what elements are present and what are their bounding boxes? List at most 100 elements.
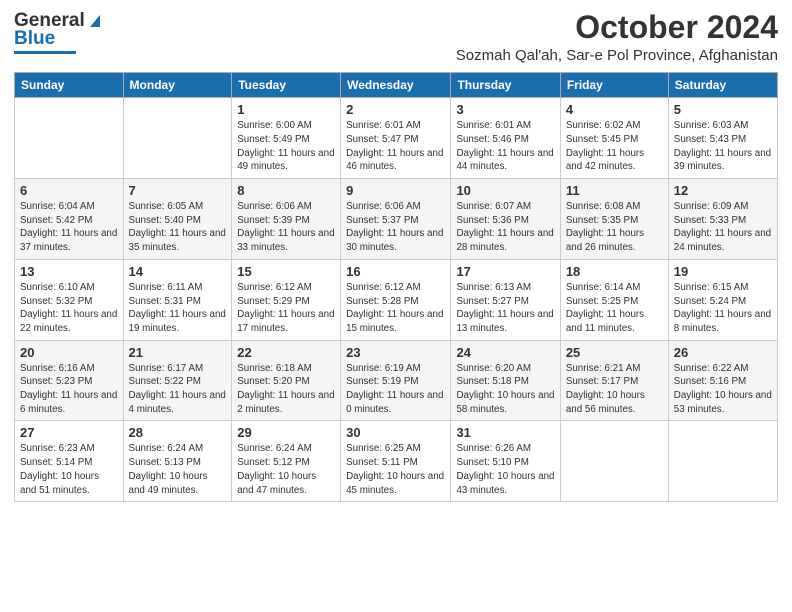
day-number: 4 [566,102,663,117]
day-number: 23 [346,345,445,360]
week-row-3: 13 Sunrise: 6:10 AMSunset: 5:32 PMDayligh… [15,259,778,340]
day-info: Sunrise: 6:08 AMSunset: 5:35 PMDaylight:… [566,200,663,255]
day-number: 22 [237,345,335,360]
day-info: Sunrise: 6:26 AMSunset: 5:10 PMDaylight:… [456,442,554,497]
day-info: Sunrise: 6:24 AMSunset: 5:12 PMDaylight:… [237,442,335,497]
calendar-cell: 11 Sunrise: 6:08 AMSunset: 5:35 PMDayligh… [560,179,668,260]
calendar-cell: 4 Sunrise: 6:02 AMSunset: 5:45 PMDaylight… [560,98,668,179]
calendar-cell: 28Sunrise: 6:24 AMSunset: 5:13 PMDayligh… [123,421,232,502]
day-number: 24 [456,345,554,360]
calendar-cell: 25 Sunrise: 6:21 AMSunset: 5:17 PMDayligh… [560,340,668,421]
logo-triangle-icon [86,11,104,29]
header-monday: Monday [123,73,232,98]
calendar-cell: 29 Sunrise: 6:24 AMSunset: 5:12 PMDayligh… [232,421,341,502]
day-info: Sunrise: 6:04 AMSunset: 5:42 PMDaylight:… [20,200,118,255]
day-info: Sunrise: 6:14 AMSunset: 5:25 PMDaylight:… [566,281,663,336]
calendar-cell: 30Sunrise: 6:25 AMSunset: 5:11 PMDayligh… [341,421,451,502]
day-number: 16 [346,264,445,279]
page: General Blue October 2024 Sozmah Qal'ah,… [0,0,792,612]
calendar-cell: 16Sunrise: 6:12 AMSunset: 5:28 PMDayligh… [341,259,451,340]
calendar-cell: 21 Sunrise: 6:17 AMSunset: 5:22 PMDayligh… [123,340,232,421]
day-number: 6 [20,183,118,198]
day-info: Sunrise: 6:21 AMSunset: 5:17 PMDaylight:… [566,362,663,417]
day-number: 17 [456,264,554,279]
calendar-cell: 8 Sunrise: 6:06 AMSunset: 5:39 PMDaylight… [232,179,341,260]
calendar-cell [668,421,777,502]
header-sunday: Sunday [15,73,124,98]
day-number: 20 [20,345,118,360]
day-number: 21 [129,345,227,360]
calendar-cell: 10Sunrise: 6:07 AMSunset: 5:36 PMDayligh… [451,179,560,260]
calendar-cell: 31Sunrise: 6:26 AMSunset: 5:10 PMDayligh… [451,421,560,502]
day-number: 18 [566,264,663,279]
day-info: Sunrise: 6:13 AMSunset: 5:27 PMDaylight:… [456,281,554,336]
day-info: Sunrise: 6:19 AMSunset: 5:19 PMDaylight:… [346,362,445,417]
day-info: Sunrise: 6:15 AMSunset: 5:24 PMDaylight:… [674,281,772,336]
header-wednesday: Wednesday [341,73,451,98]
day-info: Sunrise: 6:02 AMSunset: 5:45 PMDaylight:… [566,119,663,174]
logo: General Blue [14,10,104,54]
header-saturday: Saturday [668,73,777,98]
day-info: Sunrise: 6:06 AMSunset: 5:37 PMDaylight:… [346,200,445,255]
day-number: 1 [237,102,335,117]
day-number: 28 [129,425,227,440]
day-number: 3 [456,102,554,117]
calendar-cell: 9 Sunrise: 6:06 AMSunset: 5:37 PMDaylight… [341,179,451,260]
day-info: Sunrise: 6:25 AMSunset: 5:11 PMDaylight:… [346,442,445,497]
day-info: Sunrise: 6:17 AMSunset: 5:22 PMDaylight:… [129,362,227,417]
day-info: Sunrise: 6:11 AMSunset: 5:31 PMDaylight:… [129,281,227,336]
calendar-cell [123,98,232,179]
day-number: 11 [566,183,663,198]
calendar-cell: 3 Sunrise: 6:01 AMSunset: 5:46 PMDaylight… [451,98,560,179]
day-info: Sunrise: 6:01 AMSunset: 5:47 PMDaylight:… [346,119,445,174]
header-thursday: Thursday [451,73,560,98]
week-row-1: 1 Sunrise: 6:00 AMSunset: 5:49 PMDaylight… [15,98,778,179]
day-info: Sunrise: 6:07 AMSunset: 5:36 PMDaylight:… [456,200,554,255]
day-info: Sunrise: 6:00 AMSunset: 5:49 PMDaylight:… [237,119,335,174]
calendar-cell: 18 Sunrise: 6:14 AMSunset: 5:25 PMDayligh… [560,259,668,340]
weekday-header-row: Sunday Monday Tuesday Wednesday Thursday… [15,73,778,98]
calendar-cell: 6 Sunrise: 6:04 AMSunset: 5:42 PMDaylight… [15,179,124,260]
header-tuesday: Tuesday [232,73,341,98]
day-number: 2 [346,102,445,117]
calendar-cell: 26 Sunrise: 6:22 AMSunset: 5:16 PMDayligh… [668,340,777,421]
calendar-cell: 15 Sunrise: 6:12 AMSunset: 5:29 PMDayligh… [232,259,341,340]
day-info: Sunrise: 6:12 AMSunset: 5:29 PMDaylight:… [237,281,335,336]
calendar-cell: 7Sunrise: 6:05 AMSunset: 5:40 PMDaylight… [123,179,232,260]
day-number: 15 [237,264,335,279]
main-title: October 2024 [456,10,778,45]
calendar-cell: 12Sunrise: 6:09 AMSunset: 5:33 PMDayligh… [668,179,777,260]
calendar-cell: 14Sunrise: 6:11 AMSunset: 5:31 PMDayligh… [123,259,232,340]
calendar-cell: 13 Sunrise: 6:10 AMSunset: 5:32 PMDayligh… [15,259,124,340]
day-info: Sunrise: 6:16 AMSunset: 5:23 PMDaylight:… [20,362,118,417]
day-info: Sunrise: 6:01 AMSunset: 5:46 PMDaylight:… [456,119,554,174]
day-info: Sunrise: 6:18 AMSunset: 5:20 PMDaylight:… [237,362,335,417]
day-number: 7 [129,183,227,198]
day-number: 13 [20,264,118,279]
calendar-cell: 20 Sunrise: 6:16 AMSunset: 5:23 PMDayligh… [15,340,124,421]
day-info: Sunrise: 6:09 AMSunset: 5:33 PMDaylight:… [674,200,772,255]
calendar-cell [560,421,668,502]
day-info: Sunrise: 6:22 AMSunset: 5:16 PMDaylight:… [674,362,772,417]
logo-blue: Blue [14,28,55,50]
day-info: Sunrise: 6:06 AMSunset: 5:39 PMDaylight:… [237,200,335,255]
calendar-cell [15,98,124,179]
calendar-cell: 1 Sunrise: 6:00 AMSunset: 5:49 PMDaylight… [232,98,341,179]
calendar-cell: 17 Sunrise: 6:13 AMSunset: 5:27 PMDayligh… [451,259,560,340]
week-row-2: 6 Sunrise: 6:04 AMSunset: 5:42 PMDaylight… [15,179,778,260]
day-number: 27 [20,425,118,440]
day-number: 9 [346,183,445,198]
calendar-table: Sunday Monday Tuesday Wednesday Thursday… [14,72,778,502]
day-number: 26 [674,345,772,360]
day-number: 5 [674,102,772,117]
calendar-cell: 5Sunrise: 6:03 AMSunset: 5:43 PMDaylight… [668,98,777,179]
day-number: 8 [237,183,335,198]
day-number: 25 [566,345,663,360]
day-number: 29 [237,425,335,440]
logo-underline [14,51,76,54]
subtitle: Sozmah Qal'ah, Sar-e Pol Province, Afgha… [456,47,778,64]
day-info: Sunrise: 6:23 AMSunset: 5:14 PMDaylight:… [20,442,118,497]
day-info: Sunrise: 6:20 AMSunset: 5:18 PMDaylight:… [456,362,554,417]
calendar-cell: 23 Sunrise: 6:19 AMSunset: 5:19 PMDayligh… [341,340,451,421]
day-info: Sunrise: 6:10 AMSunset: 5:32 PMDaylight:… [20,281,118,336]
